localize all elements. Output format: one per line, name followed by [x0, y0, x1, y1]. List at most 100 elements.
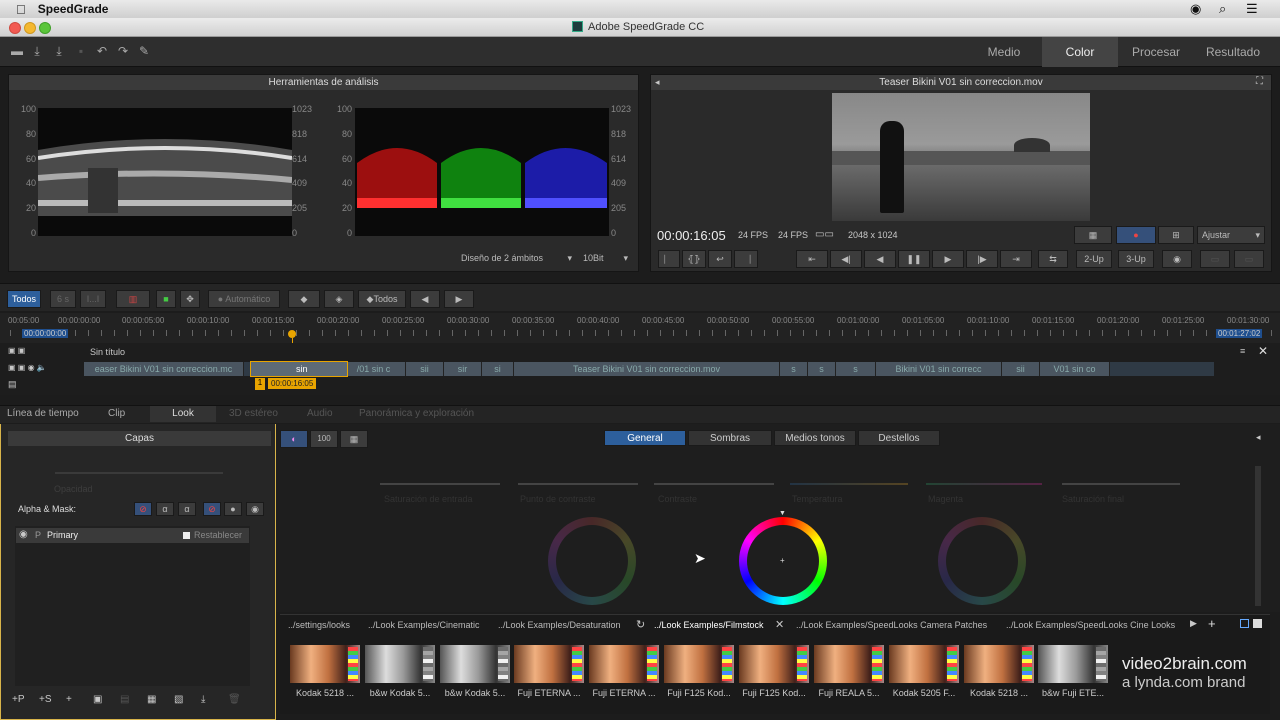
redo-icon[interactable]: ↷: [116, 44, 130, 58]
look-thumbnail[interactable]: [739, 645, 809, 683]
color-wheel-mode-button[interactable]: ◐: [280, 430, 308, 448]
keyframe-mode-button[interactable]: ◈: [324, 290, 354, 308]
add-secondary-button[interactable]: +S: [39, 694, 57, 705]
output-saturation-slider[interactable]: [1062, 483, 1180, 485]
timeline-clip[interactable]: sii: [1002, 362, 1040, 376]
look-thumbnail[interactable]: [964, 645, 1034, 683]
mask-shape-none-button[interactable]: ⊘: [203, 502, 221, 516]
magenta-slider[interactable]: [926, 483, 1042, 485]
tab-timeline[interactable]: Línea de tiempo: [7, 406, 79, 422]
zoom-window-button[interactable]: [39, 22, 51, 34]
compare-view-button[interactable]: ⊞: [1158, 226, 1194, 244]
look-thumbnail[interactable]: [1038, 645, 1108, 683]
prev-keyframe-button[interactable]: ◀: [410, 290, 440, 308]
go-to-start-button[interactable]: ⇤: [796, 250, 828, 268]
close-track-icon[interactable]: ✕: [1258, 344, 1268, 358]
tab-color[interactable]: Color: [1042, 37, 1118, 67]
mask-alpha-button[interactable]: α: [156, 502, 174, 516]
contrast-slider[interactable]: [654, 483, 774, 485]
look-thumbnail[interactable]: [514, 645, 584, 683]
tab-resultado[interactable]: Resultado: [1194, 37, 1272, 67]
play-reverse-button[interactable]: ◀: [864, 250, 896, 268]
look-path-tab[interactable]: ../Look Examples/Filmstock: [654, 617, 764, 633]
look-thumbnail[interactable]: [814, 645, 884, 683]
tab-destellos[interactable]: Destellos: [858, 430, 940, 446]
tab-audio[interactable]: Audio: [307, 406, 333, 422]
flatten-layer-button[interactable]: ▧: [174, 694, 192, 705]
look-path-tab[interactable]: ../Look Examples/SpeedLooks Camera Patch…: [796, 617, 987, 633]
loop-playback-button[interactable]: ⇆: [1038, 250, 1068, 268]
bit-depth-select[interactable]: 10Bit ▾: [580, 250, 632, 268]
close-window-button[interactable]: [9, 22, 21, 34]
minimize-window-button[interactable]: [24, 22, 36, 34]
snapshot-b-button[interactable]: ▭: [1234, 250, 1264, 268]
timeline-clip[interactable]: /01 sin c: [342, 362, 406, 376]
group-lock-icon[interactable]: ▣ ▣: [8, 346, 25, 355]
temperature-slider[interactable]: [790, 483, 908, 485]
tab-sombras[interactable]: Sombras: [688, 430, 772, 446]
move-button[interactable]: ✥: [180, 290, 200, 308]
add-primary-button[interactable]: +P: [12, 694, 30, 705]
fit-select[interactable]: Ajustar ▾: [1197, 226, 1265, 244]
timeline-clip[interactable]: s: [780, 362, 808, 376]
collapse-arrow-icon[interactable]: ◂: [655, 77, 660, 88]
duration-button[interactable]: 6 s: [50, 290, 76, 308]
save-as-icon[interactable]: ⤓: [52, 44, 66, 58]
mark-out-button[interactable]: ⎹: [734, 250, 758, 268]
wrench-icon[interactable]: ✎: [137, 44, 151, 58]
duplicate-layer-button[interactable]: ▣: [93, 694, 111, 705]
list-icon[interactable]: ☰: [1246, 1, 1258, 17]
tab-general[interactable]: General: [604, 430, 686, 446]
go-to-end-button[interactable]: ⇥: [1000, 250, 1032, 268]
timeline-clip[interactable]: s: [836, 362, 876, 376]
list-view-icon[interactable]: [1240, 619, 1249, 628]
play-button[interactable]: ▶: [932, 250, 964, 268]
look-thumbnail[interactable]: [440, 645, 510, 683]
tab-procesar[interactable]: Procesar: [1118, 37, 1194, 67]
app-menu[interactable]: SpeedGrade: [38, 2, 109, 16]
snapshot-button[interactable]: ◉: [1162, 250, 1192, 268]
look-thumbnail[interactable]: [664, 645, 734, 683]
undo-icon[interactable]: ↶: [95, 44, 109, 58]
delete-layer-button[interactable]: 🗑: [228, 694, 246, 705]
render-icon[interactable]: ▪: [74, 44, 88, 58]
apple-icon[interactable]: : [16, 2, 26, 17]
snapshot-a-button[interactable]: ▭: [1200, 250, 1230, 268]
look-path-tab[interactable]: ../Look Examples/Desaturation: [498, 617, 621, 633]
tab-look[interactable]: Look: [150, 406, 216, 422]
tab-clip[interactable]: Clip: [108, 406, 125, 422]
mask-shape-button[interactable]: ●: [224, 502, 242, 516]
opacity-slider[interactable]: [55, 472, 223, 474]
mask-alpha-inv-button[interactable]: α: [178, 502, 196, 516]
gamma-wheel-crosshair[interactable]: +: [780, 556, 785, 565]
keyframes-todos-button[interactable]: ◆Todos: [358, 290, 406, 308]
mask-none-button[interactable]: ⊘: [134, 502, 152, 516]
slider-mode-button[interactable]: 100: [310, 430, 338, 448]
scope-layout-select[interactable]: Diseño de 2 ámbitos ▾: [458, 250, 576, 268]
ruler-in-point[interactable]: 00:00:00:00: [22, 329, 69, 338]
refresh-icon[interactable]: ↻: [636, 618, 645, 631]
auto-button[interactable]: ● Automático: [208, 290, 280, 308]
timeline-clip[interactable]: Bikini V01 sin correcc: [876, 362, 1002, 376]
prev-frame-button[interactable]: ◀|: [830, 250, 862, 268]
add-keyframe-button[interactable]: ◆: [288, 290, 320, 308]
grid-view-button[interactable]: ▦: [1074, 226, 1112, 244]
look-scrollbar[interactable]: [1255, 466, 1261, 606]
save-icon[interactable]: ⤓: [30, 44, 44, 58]
layer-option-button[interactable]: ▤: [120, 694, 138, 705]
look-thumbnail[interactable]: [589, 645, 659, 683]
grid-view-icon[interactable]: [1253, 619, 1262, 628]
more-tabs-icon[interactable]: ▶: [1190, 618, 1197, 629]
timeline-clip[interactable]: Teaser Bikini V01 sin correccion.mov: [514, 362, 780, 376]
color-view-button[interactable]: ●: [1116, 226, 1156, 244]
look-collapse-arrow[interactable]: ◂: [1256, 432, 1261, 443]
eye-icon[interactable]: ◉: [28, 363, 35, 372]
timeline-clip[interactable]: easer Bikini V01 sin correccion.mc: [84, 362, 244, 376]
three-up-button[interactable]: 3-Up: [1118, 250, 1154, 268]
pivot-slider[interactable]: [518, 483, 638, 485]
timeline-clip[interactable]: s: [808, 362, 836, 376]
range-button[interactable]: I...I: [80, 290, 106, 308]
timeline-clip[interactable]: sir: [444, 362, 482, 376]
look-path-tab[interactable]: ../Look Examples/Cinematic: [368, 617, 480, 633]
open-folder-icon[interactable]: ▬: [10, 44, 24, 58]
